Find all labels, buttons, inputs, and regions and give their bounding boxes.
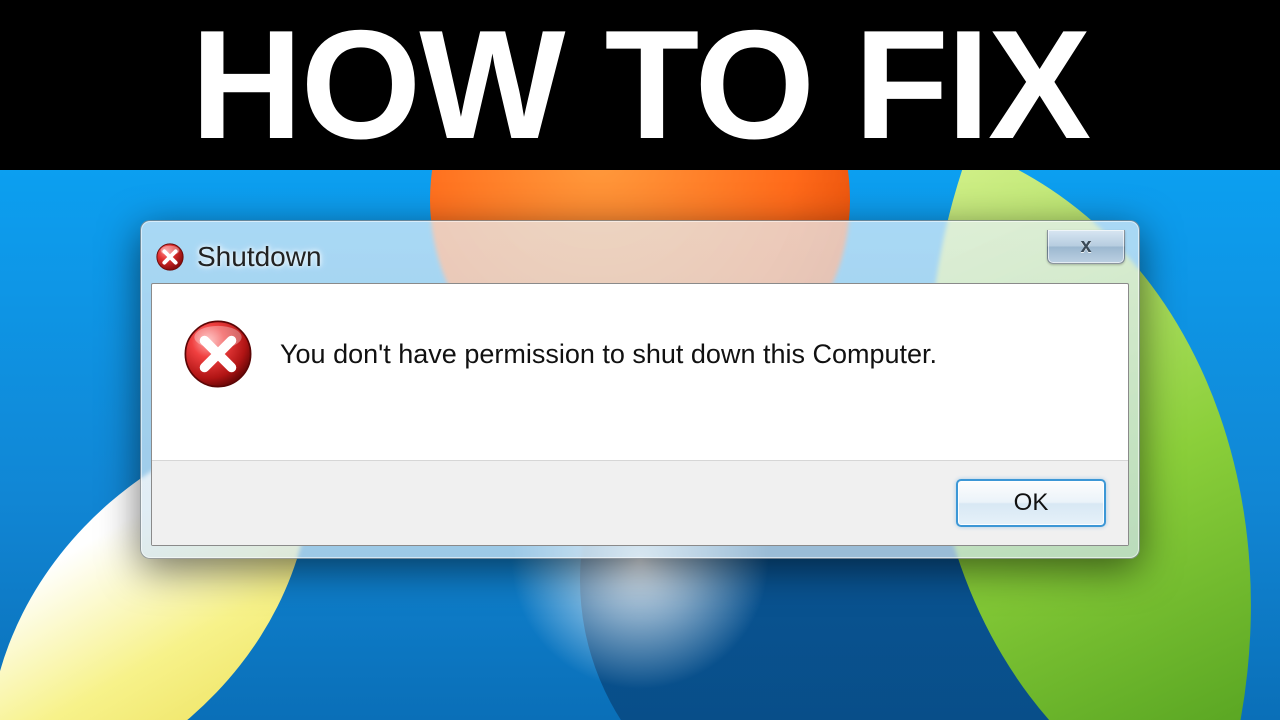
error-icon — [182, 318, 254, 390]
error-dialog: Shutdown x — [140, 220, 1140, 559]
close-icon: x — [1080, 235, 1091, 258]
dialog-message-area: You don't have permission to shut down t… — [152, 284, 1128, 460]
close-button[interactable]: x — [1047, 230, 1125, 264]
desktop-wallpaper: Shutdown x — [0, 170, 1280, 720]
dialog-title: Shutdown — [197, 241, 322, 273]
dialog-message: You don't have permission to shut down t… — [280, 339, 937, 370]
dialog-button-row: OK — [152, 460, 1128, 545]
thumbnail-banner: HOW TO FIX — [0, 0, 1280, 170]
dialog-client-area: You don't have permission to shut down t… — [151, 283, 1129, 546]
dialog-titlebar[interactable]: Shutdown x — [151, 231, 1129, 283]
ok-button[interactable]: OK — [956, 479, 1106, 527]
error-icon — [155, 242, 185, 272]
